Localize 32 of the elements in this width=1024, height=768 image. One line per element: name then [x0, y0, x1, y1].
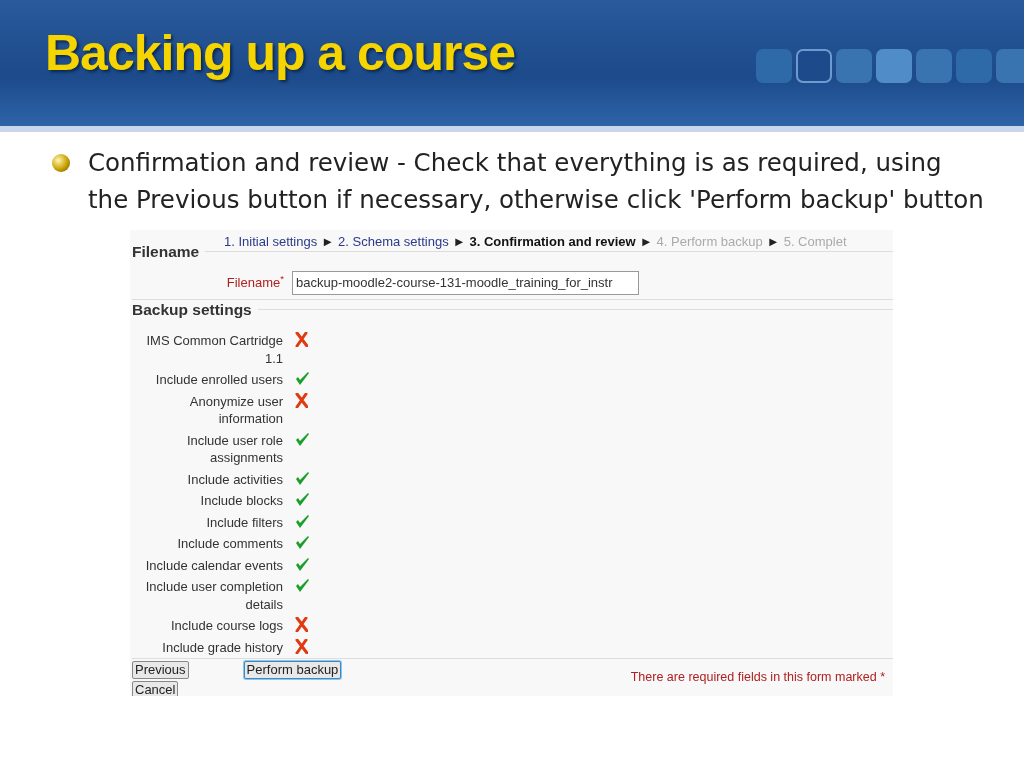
setting-label: Include activities — [186, 470, 283, 488]
setting-label: Include filters — [205, 513, 283, 531]
setting-label: Anonymize user information — [188, 392, 283, 428]
filename-field[interactable]: backup-moodle2-course-131-moodle_training_for_instr — [292, 271, 639, 295]
bullet-text: Confirmation and review - Check that everything is as required, using the Previous button if necessary, otherwise click 'Perform backup' button — [88, 147, 984, 216]
section-heading: Backup settings — [132, 299, 252, 320]
setting-label: Include comments — [176, 535, 283, 553]
breadcrumb-step[interactable]: 1. Initial settings — [224, 234, 318, 249]
previous-button[interactable]: Previous — [132, 661, 189, 679]
breadcrumb-step[interactable]: 2. Schema settings — [338, 234, 449, 249]
setting-label: Include grade history — [161, 638, 283, 656]
breadcrumb-step: 5. Complet — [783, 234, 847, 249]
setting-label: Include enrolled users — [154, 371, 283, 389]
setting-label: Include course logs — [170, 617, 283, 635]
separator-arrow: ► — [452, 234, 466, 249]
setting-label: Include user completion details — [144, 578, 283, 613]
perform-backup-button[interactable]: Perform backup — [243, 661, 342, 679]
bullet-icon — [52, 154, 70, 172]
setting-label: Include blocks — [199, 492, 283, 510]
separator-arrow: ► — [321, 234, 335, 249]
breadcrumb-step: 3. Confirmation and review — [469, 234, 636, 249]
separator-arrow: ► — [639, 234, 653, 249]
breadcrumb-step: 4. Perform backup — [656, 234, 763, 249]
slide-title: Backing up a course — [45, 26, 516, 81]
setting-label: Include calendar events — [144, 556, 283, 574]
field-label: Filename$^{*}$ — [225, 273, 284, 293]
required-fields-note: There are required fields in this form marked * — [630, 670, 885, 684]
setting-label: Include user role assignments — [185, 431, 283, 467]
section-heading: Filename — [132, 242, 200, 262]
setting-label: IMS Common Cartridge 1.1 — [145, 332, 283, 367]
cancel-button[interactable]: Cancel — [132, 681, 179, 696]
separator-arrow: ► — [766, 234, 780, 249]
